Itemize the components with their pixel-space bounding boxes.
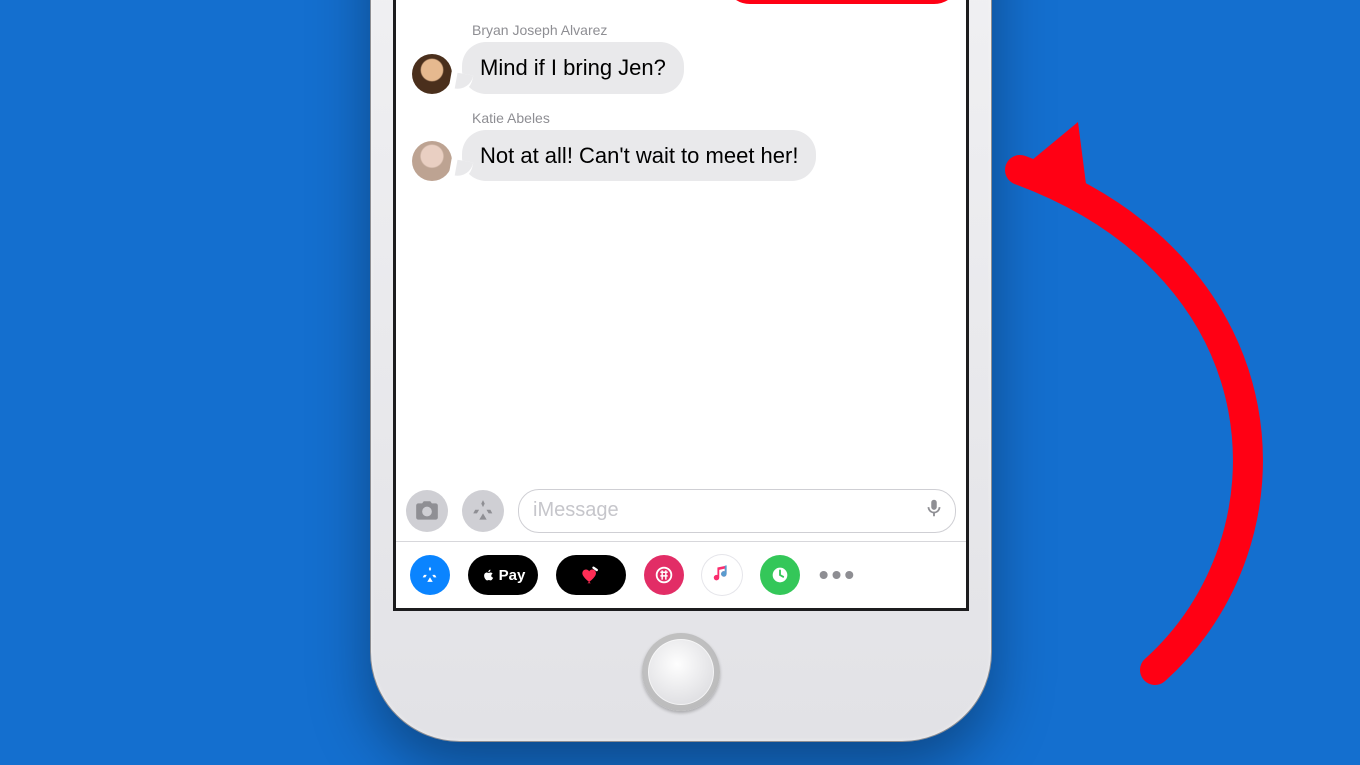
messages-screen: Paul Cha I'm in! Sounds great. !! I'll b… — [393, 0, 969, 611]
apple-pay-label: Pay — [499, 567, 526, 584]
sender-label: Katie Abeles — [472, 110, 950, 126]
message-bubble-incoming[interactable]: Not at all! Can't wait to meet her! — [462, 130, 816, 182]
dictation-mic-icon[interactable] — [923, 497, 945, 525]
message-input-placeholder: iMessage — [533, 499, 619, 522]
recents-clock-pill-icon[interactable] — [760, 555, 800, 595]
message-input[interactable]: iMessage — [518, 489, 956, 533]
message-row: Not at all! Can't wait to meet her! — [412, 130, 950, 182]
message-bubble-incoming[interactable]: Mind if I bring Jen? — [462, 42, 684, 94]
home-button[interactable] — [642, 633, 720, 711]
hashtag-images-pill-icon[interactable] — [644, 555, 684, 595]
ellipsis-icon: ••• — [819, 559, 857, 591]
more-apps-button[interactable]: ••• — [818, 555, 858, 595]
app-store-icon[interactable] — [462, 490, 504, 532]
imessage-app-drawer[interactable]: Pay ••• — [396, 541, 966, 608]
message-row: Mind if I bring Jen? — [412, 42, 950, 94]
music-note-icon — [711, 562, 733, 589]
sender-label: Bryan Joseph Alvarez — [472, 22, 950, 38]
annotation-highlight-ring — [724, 0, 960, 4]
avatar[interactable] — [412, 141, 452, 181]
stage: Paul Cha I'm in! Sounds great. !! I'll b… — [0, 0, 1360, 765]
apple-music-pill-icon[interactable] — [702, 555, 742, 595]
message-thread[interactable]: Paul Cha I'm in! Sounds great. !! I'll b… — [396, 0, 966, 478]
app-store-pill-icon[interactable] — [410, 555, 450, 595]
avatar[interactable] — [412, 54, 452, 94]
iphone-device-frame: Paul Cha I'm in! Sounds great. !! I'll b… — [370, 0, 992, 742]
camera-icon[interactable] — [406, 490, 448, 532]
apple-pay-pill-icon[interactable]: Pay — [468, 555, 538, 595]
digital-touch-pill-icon[interactable] — [556, 555, 626, 595]
compose-bar: iMessage — [396, 483, 966, 538]
